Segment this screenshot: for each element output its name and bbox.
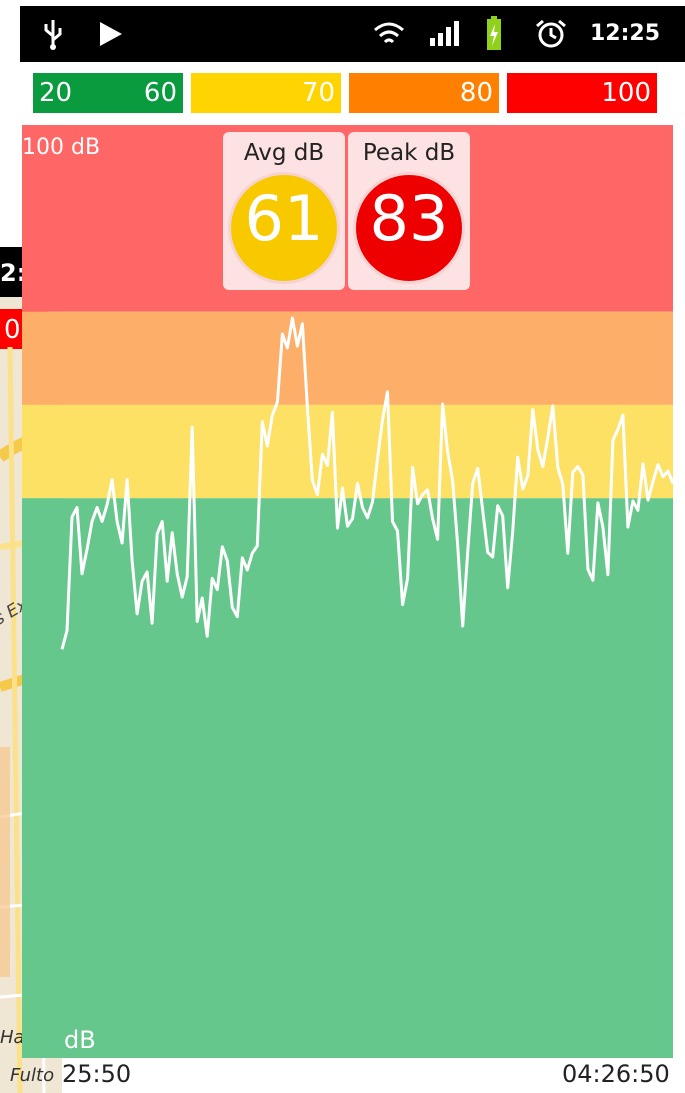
avg-db-value: 61 bbox=[244, 182, 324, 255]
scale-label-60: 60 bbox=[143, 78, 177, 108]
scale-label-80: 80 bbox=[459, 78, 493, 108]
chart-band-60-70 bbox=[22, 404, 673, 499]
x-axis-end-label: 04:26:50 bbox=[562, 1060, 670, 1088]
scale-label-100: 100 bbox=[601, 78, 651, 108]
signal-icon bbox=[430, 21, 459, 46]
peak-db-value: 83 bbox=[369, 182, 449, 255]
x-axis-start-label: 25:50 bbox=[62, 1060, 132, 1088]
chart-band-0-60 bbox=[22, 498, 673, 1058]
peak-db-meter: Peak dB 83 bbox=[348, 132, 470, 290]
usb-icon bbox=[44, 20, 62, 50]
chart-band-70-80 bbox=[22, 311, 673, 405]
peak-db-label: Peak dB bbox=[362, 140, 456, 166]
y-axis-bottom-label: dB bbox=[64, 1026, 96, 1054]
scale-label-20: 20 bbox=[39, 78, 73, 108]
scale-label-70: 70 bbox=[301, 78, 335, 108]
status-bar: 12:25 bbox=[20, 6, 685, 62]
wifi-icon bbox=[374, 22, 404, 44]
alarm-icon bbox=[536, 19, 566, 48]
battery-charging-icon bbox=[487, 16, 501, 50]
scale-segment-green: 20 60 bbox=[33, 73, 183, 113]
avg-db-circle: 61 bbox=[228, 172, 340, 284]
map-label-fulton: Fulto bbox=[10, 1065, 55, 1086]
avg-db-meter: Avg dB 61 bbox=[223, 132, 345, 290]
play-icon bbox=[100, 22, 122, 46]
avg-db-label: Avg dB bbox=[243, 140, 325, 166]
scale-segment-orange: 80 bbox=[349, 73, 499, 113]
scale-segment-red: 100 bbox=[507, 73, 657, 113]
peak-db-circle: 83 bbox=[353, 172, 465, 284]
status-time: 12:25 bbox=[590, 21, 661, 46]
scale-segment-yellow: 70 bbox=[191, 73, 341, 113]
y-axis-top-label: 100 dB bbox=[22, 135, 101, 160]
